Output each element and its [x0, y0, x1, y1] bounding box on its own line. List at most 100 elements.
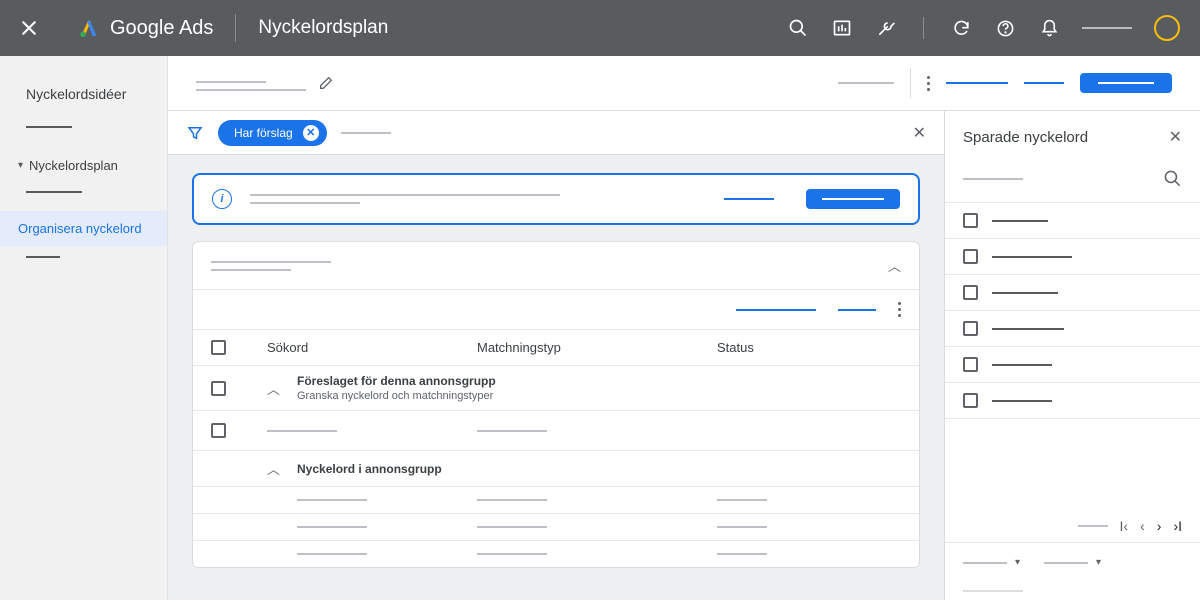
page-info-placeholder: [1078, 525, 1108, 527]
item-placeholder: [992, 256, 1072, 258]
avatar[interactable]: [1154, 15, 1180, 41]
panel-search[interactable]: [945, 161, 1200, 203]
refresh-icon[interactable]: [950, 17, 972, 39]
sidebar-section-plan[interactable]: ▾ Nyckelordsplan: [0, 148, 167, 183]
info-alert: i: [192, 173, 920, 225]
product-logo[interactable]: Google Ads: [78, 17, 213, 40]
checkbox[interactable]: [963, 321, 978, 336]
list-item[interactable]: [945, 239, 1200, 275]
next-page-icon[interactable]: ›: [1157, 518, 1162, 534]
sidebar-item-placeholder[interactable]: [26, 126, 72, 128]
search-placeholder: [963, 178, 1023, 180]
checkbox[interactable]: [963, 249, 978, 264]
cell-placeholder: [477, 553, 547, 555]
action-link[interactable]: [736, 309, 816, 311]
primary-action-button[interactable]: [1080, 73, 1172, 93]
table-row[interactable]: [193, 541, 919, 567]
cell-placeholder: [267, 430, 337, 432]
checkbox[interactable]: [963, 213, 978, 228]
tools-icon[interactable]: [875, 17, 897, 39]
adgroup-card: ︿ Sökord Matchningstyp Status: [192, 241, 920, 568]
cell-placeholder: [717, 499, 767, 501]
list-item[interactable]: [945, 203, 1200, 239]
cell-placeholder: [297, 499, 367, 501]
notifications-icon[interactable]: [1038, 17, 1060, 39]
sidebar-item-placeholder[interactable]: [26, 191, 82, 193]
chevron-up-icon[interactable]: ︿: [267, 459, 297, 478]
cell-placeholder: [477, 526, 547, 528]
checkbox[interactable]: [963, 357, 978, 372]
card-header[interactable]: ︿: [193, 242, 919, 290]
dropdown[interactable]: ▾: [1044, 557, 1101, 568]
google-ads-icon: [78, 17, 100, 39]
divider: [235, 14, 236, 42]
table-row[interactable]: [193, 487, 919, 514]
col-status[interactable]: Status: [717, 340, 901, 355]
sidebar-item-placeholder[interactable]: [26, 256, 60, 258]
list-item[interactable]: [945, 347, 1200, 383]
pager: I‹ ‹ › ›I: [945, 510, 1200, 543]
alert-link[interactable]: [724, 198, 774, 200]
list-item[interactable]: [945, 383, 1200, 419]
main-area: Har förslag ✕ ✕ i: [168, 56, 1200, 600]
sidebar-plan-label: Nyckelordsplan: [29, 158, 118, 173]
edit-icon[interactable]: [318, 75, 334, 91]
help-icon[interactable]: [994, 17, 1016, 39]
sidebar-section-ideas[interactable]: Nyckelordsidéer: [0, 82, 167, 116]
card-title-placeholder: [211, 261, 331, 263]
panel-footer-placeholder: [945, 582, 1200, 600]
col-keyword[interactable]: Sökord: [267, 340, 477, 355]
search-icon[interactable]: [787, 17, 809, 39]
col-matchtype[interactable]: Matchningstyp: [477, 340, 717, 355]
table-row[interactable]: [193, 514, 919, 541]
search-icon[interactable]: [1163, 169, 1182, 188]
dropdown[interactable]: ▾: [963, 557, 1020, 568]
sidebar-item-organize[interactable]: Organisera nyckelord: [0, 211, 167, 246]
header-actions: [787, 15, 1180, 41]
account-placeholder[interactable]: [1082, 27, 1132, 29]
close-icon[interactable]: [20, 19, 38, 37]
divider: [923, 17, 924, 39]
section-title: Föreslaget för denna annonsgrupp: [297, 374, 496, 388]
more-icon[interactable]: [927, 76, 930, 91]
filter-icon[interactable]: [186, 124, 204, 142]
subheader-link[interactable]: [946, 82, 1008, 84]
more-icon[interactable]: [898, 302, 901, 317]
filter-bar: Har förslag ✕ ✕: [168, 111, 944, 155]
alert-text-placeholder: [250, 202, 360, 204]
checkbox[interactable]: [963, 285, 978, 300]
add-filter-placeholder[interactable]: [341, 132, 391, 134]
checkbox[interactable]: [211, 381, 226, 396]
list-item[interactable]: [945, 275, 1200, 311]
section-in-group[interactable]: ︿ Nyckelord i annonsgrupp: [193, 451, 919, 487]
first-page-icon[interactable]: I‹: [1120, 518, 1129, 534]
page-title: Nyckelordsplan: [258, 17, 388, 39]
item-placeholder: [992, 400, 1052, 402]
checkbox[interactable]: [963, 393, 978, 408]
table-header-row: Sökord Matchningstyp Status: [193, 330, 919, 366]
table-row[interactable]: [193, 411, 919, 451]
last-page-icon[interactable]: ›I: [1173, 518, 1182, 534]
item-placeholder: [992, 364, 1052, 366]
item-placeholder: [992, 220, 1048, 222]
prev-page-icon[interactable]: ‹: [1140, 518, 1145, 534]
chip-remove-icon[interactable]: ✕: [303, 125, 319, 141]
chip-label: Har förslag: [234, 126, 293, 140]
cell-placeholder: [297, 526, 367, 528]
list-item[interactable]: [945, 311, 1200, 347]
saved-list: [945, 203, 1200, 510]
select-all-checkbox[interactable]: [211, 340, 226, 355]
alert-action-button[interactable]: [806, 189, 900, 209]
chevron-up-icon[interactable]: ︿: [888, 256, 901, 275]
close-icon[interactable]: ✕: [913, 123, 926, 143]
action-link[interactable]: [838, 309, 876, 311]
checkbox[interactable]: [211, 423, 226, 438]
reports-icon[interactable]: [831, 17, 853, 39]
panel-title: Sparade nyckelord: [963, 129, 1088, 146]
section-suggested[interactable]: ︿ Föreslaget för denna annonsgrupp Grans…: [193, 366, 919, 411]
close-icon[interactable]: ✕: [1169, 127, 1182, 147]
subheader-link[interactable]: [1024, 82, 1064, 84]
filter-chip-suggestions[interactable]: Har förslag ✕: [218, 120, 327, 146]
chevron-up-icon[interactable]: ︿: [267, 379, 297, 398]
section-title: Nyckelord i annonsgrupp: [297, 462, 442, 476]
